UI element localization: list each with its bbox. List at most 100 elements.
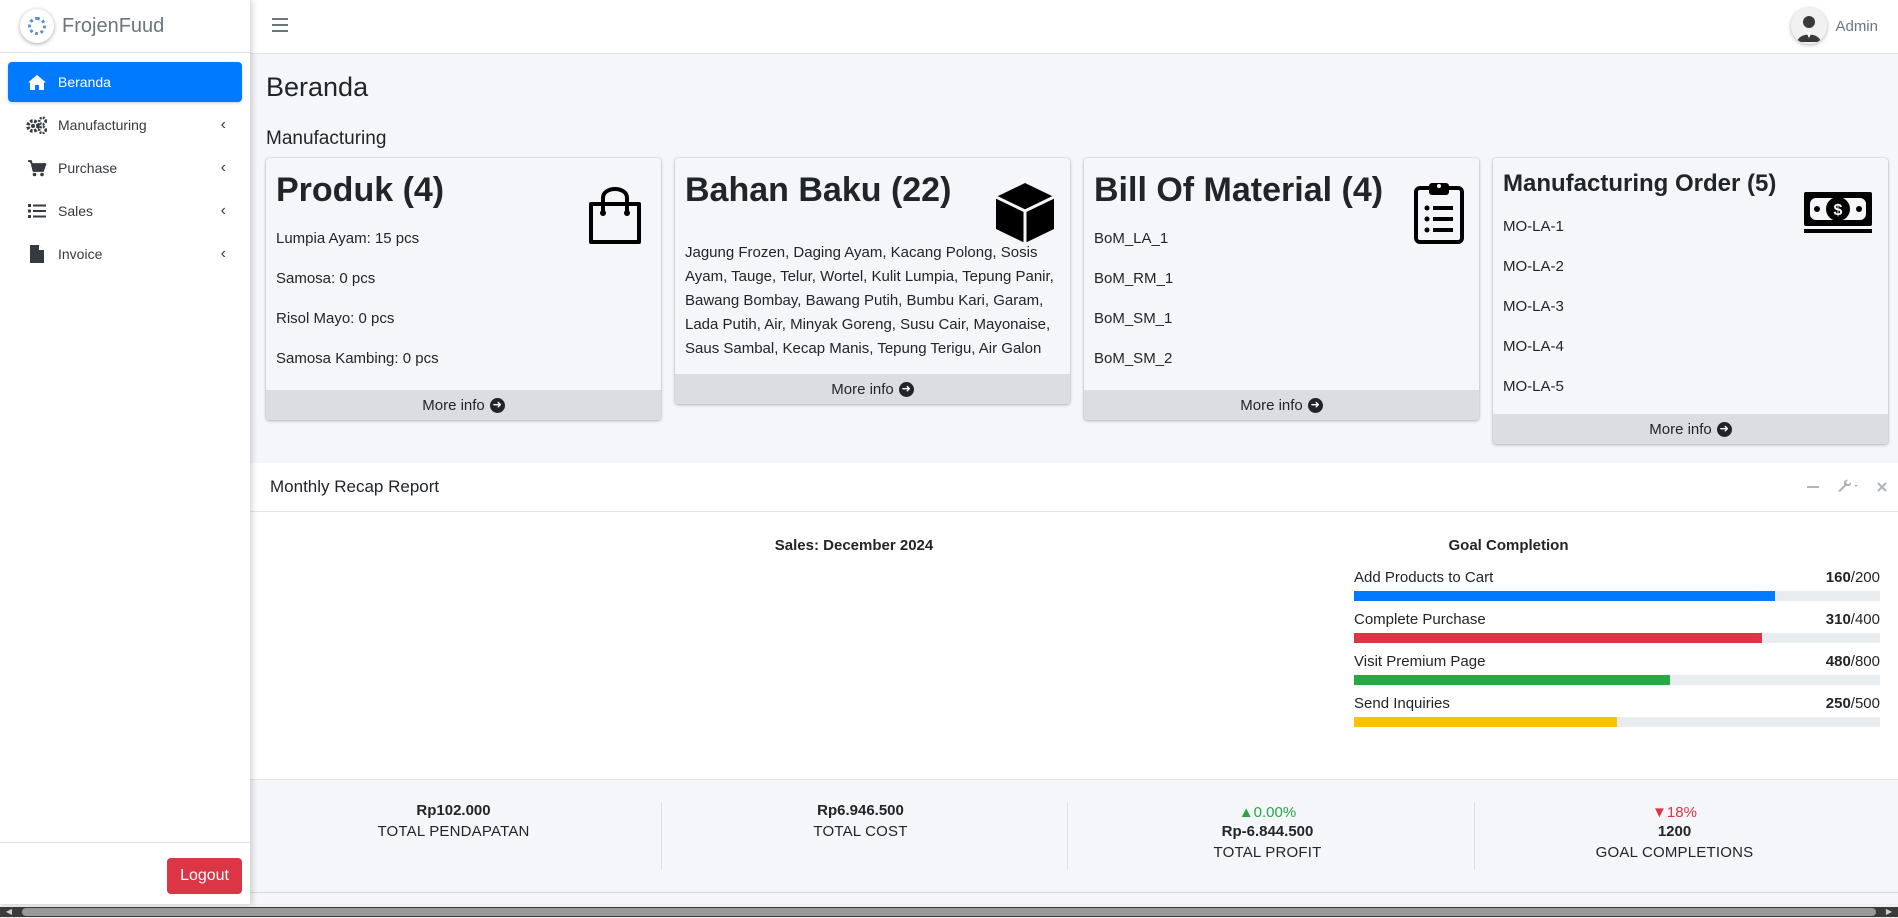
goal-list: Add Products to Cart 160/200 Complete Pur…	[1354, 569, 1880, 737]
brand-link[interactable]: FrojenFuud	[0, 0, 250, 53]
progress-bar	[1354, 591, 1880, 601]
stat-total-profit: ▲0.00% Rp-6.844.500 TOTAL PROFIT	[1064, 780, 1471, 894]
sidebar-item-purchase[interactable]: Purchase ‹	[8, 148, 242, 188]
stat-label: TOTAL COST	[813, 823, 908, 840]
chevron-left-icon: ‹	[220, 116, 226, 133]
more-info-link[interactable]: More info ➜	[1084, 390, 1479, 420]
list-item: Samosa: 0 pcs	[276, 269, 376, 287]
shopping-bag-icon	[583, 182, 647, 251]
sidebar-item-label: Invoice	[58, 246, 103, 262]
goal-item: Send Inquiries 250/500	[1354, 695, 1880, 737]
stat-value: Rp6.946.500	[817, 802, 904, 819]
arrow-circle-right-icon: ➜	[489, 397, 505, 413]
sidebar-item-label: Purchase	[58, 160, 118, 176]
report-footer: Rp102.000 TOTAL PENDAPATAN Rp6.946.500 T…	[250, 779, 1898, 893]
stat-percentage: ▲0.00%	[1238, 804, 1297, 821]
file-icon	[26, 244, 48, 264]
horizontal-scrollbar[interactable]: ◀ ▶	[0, 904, 1898, 918]
list-item: MO-LA-3	[1503, 297, 1564, 315]
list-item: MO-LA-5	[1503, 377, 1564, 395]
sidebar: FrojenFuud Beranda Manufacturing ‹ Purch…	[0, 0, 250, 904]
wrench-icon[interactable]	[1836, 479, 1860, 498]
stat-value: Rp-6.844.500	[1221, 823, 1314, 840]
goal-label: Add Products to Cart	[1354, 569, 1494, 586]
close-icon[interactable]	[1876, 480, 1888, 498]
clipboard-list-icon	[1413, 180, 1465, 249]
goal-total: /400	[1850, 611, 1880, 628]
scrollbar-thumb[interactable]	[22, 908, 1876, 916]
goal-label: Complete Purchase	[1354, 611, 1486, 628]
page-title: Beranda	[266, 72, 369, 102]
caret-up-icon: ▲	[1238, 804, 1254, 821]
report-header: Monthly Recap Report	[250, 463, 1898, 512]
goal-value: 250	[1825, 695, 1851, 712]
stat-value: 1200	[1657, 823, 1692, 840]
more-info-label: More info	[1240, 396, 1303, 414]
progress-fill	[1354, 591, 1775, 601]
list-item: BoM_SM_1	[1094, 309, 1173, 327]
section-title: Manufacturing	[266, 128, 387, 149]
monthly-recap-card: Monthly Recap Report Sales: December 202…	[250, 463, 1898, 893]
money-bill-icon: $	[1802, 188, 1874, 241]
sidebar-item-sales[interactable]: Sales ‹	[8, 191, 242, 231]
progress-fill	[1354, 633, 1762, 643]
svg-text:$: $	[1834, 202, 1843, 219]
stat-total-pendapatan: Rp102.000 TOTAL PENDAPATAN	[250, 780, 657, 894]
progress-bar	[1354, 717, 1880, 727]
report-title: Monthly Recap Report	[270, 477, 440, 496]
logout-area: Logout	[0, 842, 250, 904]
home-icon	[26, 72, 48, 92]
list-item: BoM_SM_2	[1094, 349, 1173, 367]
sidebar-item-manufacturing[interactable]: Manufacturing ‹	[8, 105, 242, 145]
brand-logo	[20, 9, 54, 43]
progress-fill	[1354, 675, 1670, 685]
goal-value: 160	[1825, 569, 1851, 586]
more-info-label: More info	[1649, 420, 1712, 438]
main-content: Beranda Manufacturing Produk (4) Lumpia …	[250, 54, 1898, 904]
top-navbar: Admin	[250, 0, 1898, 54]
list-item: MO-LA-2	[1503, 257, 1564, 275]
list-item: MO-LA-4	[1503, 337, 1564, 355]
list-item: BoM_RM_1	[1094, 269, 1174, 287]
logout-button[interactable]: Logout	[167, 858, 242, 894]
cart-icon	[26, 158, 48, 178]
caret-down-icon: ▼	[1652, 804, 1667, 821]
bahan-baku-card: Bahan Baku (22) Jagung Frozen, Daging Ay…	[675, 158, 1070, 404]
scroll-left-icon[interactable]: ◀	[4, 907, 14, 917]
sidebar-item-invoice[interactable]: Invoice ‹	[8, 234, 242, 274]
user-menu[interactable]: Admin	[1791, 8, 1878, 44]
goal-item: Add Products to Cart 160/200	[1354, 569, 1880, 611]
menu-toggle-icon[interactable]	[272, 18, 288, 32]
stat-label: TOTAL PROFIT	[1213, 844, 1322, 861]
more-info-link[interactable]: More info ➜	[675, 374, 1070, 404]
goal-value: 480	[1825, 653, 1851, 670]
stat-percentage: ▼18%	[1652, 804, 1697, 821]
scroll-right-icon[interactable]: ▶	[1884, 907, 1894, 917]
card-tools	[1806, 479, 1888, 498]
manufacturing-order-card: Manufacturing Order (5) MO-LA-1 MO-LA-2 …	[1493, 158, 1888, 444]
sidebar-item-label: Manufacturing	[58, 117, 147, 133]
chevron-left-icon: ‹	[220, 159, 226, 176]
sidebar-item-beranda[interactable]: Beranda	[8, 62, 242, 102]
list-icon	[26, 201, 48, 221]
more-info-link[interactable]: More info ➜	[266, 390, 661, 420]
more-info-link[interactable]: More info ➜	[1493, 414, 1888, 444]
chevron-left-icon: ‹	[220, 202, 226, 219]
goal-value: 310	[1825, 611, 1851, 628]
list-item: Risol Mayo: 0 pcs	[276, 309, 395, 327]
stat-label: GOAL COMPLETIONS	[1595, 844, 1754, 861]
user-name: Admin	[1835, 17, 1878, 35]
goal-item: Visit Premium Page 480/800	[1354, 653, 1880, 695]
goal-total: /800	[1850, 653, 1880, 670]
brand-name: FrojenFuud	[62, 14, 165, 37]
goal-label: Visit Premium Page	[1354, 653, 1486, 670]
goal-total: /500	[1850, 695, 1880, 712]
ingredient-list: Jagung Frozen, Daging Ayam, Kacang Polon…	[685, 243, 1054, 357]
stat-label: TOTAL PENDAPATAN	[377, 823, 530, 840]
progress-bar	[1354, 633, 1880, 643]
progress-fill	[1354, 717, 1617, 727]
goal-item: Complete Purchase 310/400	[1354, 611, 1880, 653]
more-info-label: More info	[831, 380, 894, 398]
sidebar-nav: Beranda Manufacturing ‹ Purchase ‹ Sales…	[0, 53, 250, 286]
minimize-icon[interactable]	[1806, 479, 1820, 498]
